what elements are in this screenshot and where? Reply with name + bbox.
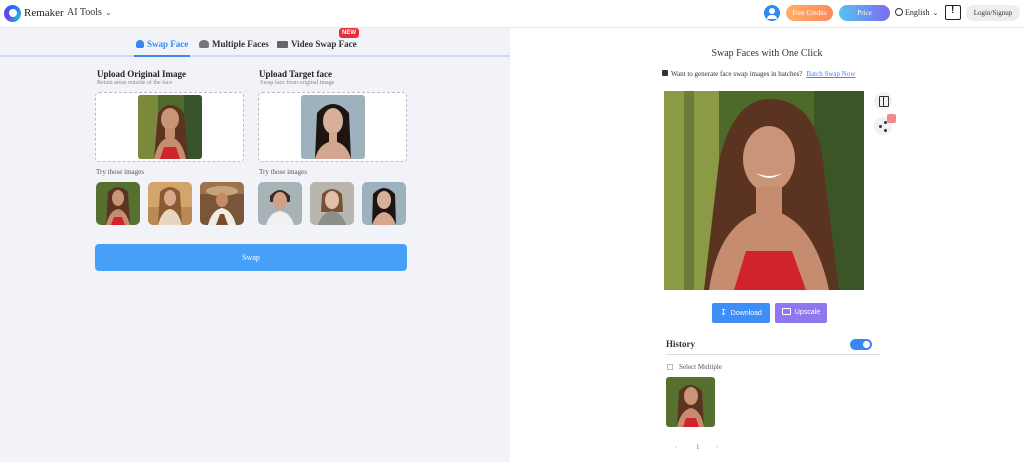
tab-label: Video Swap Face <box>291 39 357 49</box>
top-bar: Remaker AI Tools ⌄ Free Credits Price Eng… <box>0 0 1024 28</box>
chevron-down-icon: ⌄ <box>104 8 112 17</box>
history-divider <box>666 354 880 355</box>
page-number[interactable]: 1 <box>696 443 700 451</box>
download-label: Download <box>730 310 762 317</box>
tab-video-swap-face[interactable]: Video Swap Face <box>277 39 357 49</box>
result-panel: Swap Faces with One Click Want to genera… <box>510 28 1024 462</box>
batch-question: Want to generate face swap images in bat… <box>671 70 803 78</box>
ai-tools-menu[interactable]: AI Tools ⌄ <box>67 7 112 18</box>
remaker-logo-icon[interactable] <box>4 5 21 22</box>
tab-label: Swap Face <box>147 39 189 49</box>
upload-target-title: Upload Target face <box>259 69 332 79</box>
globe-icon <box>895 8 903 16</box>
people-icon <box>199 40 209 48</box>
next-page-icon[interactable]: › <box>716 443 718 451</box>
upscale-button[interactable]: Upscale <box>775 303 827 323</box>
mode-tabs: Swap Face Multiple Faces Video Swap Face… <box>0 28 510 57</box>
try-images-label: Try those images <box>259 168 307 176</box>
result-title: Swap Faces with One Click <box>711 48 823 59</box>
sample-target-3[interactable] <box>362 182 406 225</box>
video-icon <box>277 41 288 48</box>
community-icon[interactable] <box>764 5 780 21</box>
history-item[interactable] <box>666 377 715 427</box>
upscale-icon <box>781 308 791 315</box>
sample-original-2[interactable] <box>148 182 192 225</box>
compare-icon[interactable] <box>874 92 892 110</box>
batch-swap-link[interactable]: Batch Swap Now <box>806 70 855 78</box>
brand-name[interactable]: Remaker <box>24 7 64 19</box>
upload-original-title: Upload Original Image <box>97 69 187 79</box>
layers-icon <box>662 70 668 76</box>
upload-original-subtitle: Retain areas outside of the face <box>97 80 173 86</box>
swap-button[interactable]: Swap <box>95 244 407 271</box>
gift-icon[interactable] <box>887 114 896 123</box>
language-selector[interactable]: English ⌄ <box>895 8 938 17</box>
select-multiple-label: Select Multiple <box>679 363 722 371</box>
download-icon: ↧ <box>720 308 727 317</box>
sample-original-3[interactable] <box>200 182 244 225</box>
history-title: History <box>666 339 695 349</box>
try-images-label: Try those images <box>96 168 144 176</box>
active-tab-indicator <box>134 55 190 57</box>
original-image-preview <box>138 95 202 159</box>
new-badge: NEW <box>339 28 359 38</box>
tab-multiple-faces[interactable]: Multiple Faces <box>199 39 269 49</box>
tab-label: Multiple Faces <box>212 39 269 49</box>
language-label: English <box>905 8 930 17</box>
login-signup-button[interactable]: Login/Signup <box>966 5 1020 21</box>
prev-page-icon[interactable]: ‹ <box>675 443 677 451</box>
result-image <box>664 91 864 290</box>
sample-original-1[interactable] <box>96 182 140 225</box>
ai-tools-label: AI Tools <box>67 7 102 18</box>
original-image-dropzone[interactable] <box>95 92 244 162</box>
select-multiple-checkbox[interactable] <box>667 364 673 370</box>
sample-target-1[interactable] <box>258 182 302 225</box>
sample-target-2[interactable] <box>310 182 354 225</box>
free-credits-button[interactable]: Free Credits <box>786 5 833 21</box>
tab-swap-face[interactable]: Swap Face <box>136 39 188 49</box>
history-toggle[interactable] <box>850 339 872 350</box>
target-face-preview <box>301 95 365 159</box>
chevron-down-icon: ⌄ <box>932 9 939 17</box>
person-icon <box>136 40 144 48</box>
download-button[interactable]: ↧ Download <box>712 303 770 323</box>
price-button[interactable]: Price <box>839 5 890 21</box>
upscale-label: Upscale <box>794 309 821 316</box>
feedback-icon[interactable]: ! <box>945 5 961 20</box>
upload-target-subtitle: Swap face from original image <box>260 80 335 86</box>
target-face-dropzone[interactable] <box>258 92 407 162</box>
batch-prompt: Want to generate face swap images in bat… <box>662 70 855 78</box>
editor-panel: Swap Face Multiple Faces Video Swap Face… <box>0 28 510 462</box>
